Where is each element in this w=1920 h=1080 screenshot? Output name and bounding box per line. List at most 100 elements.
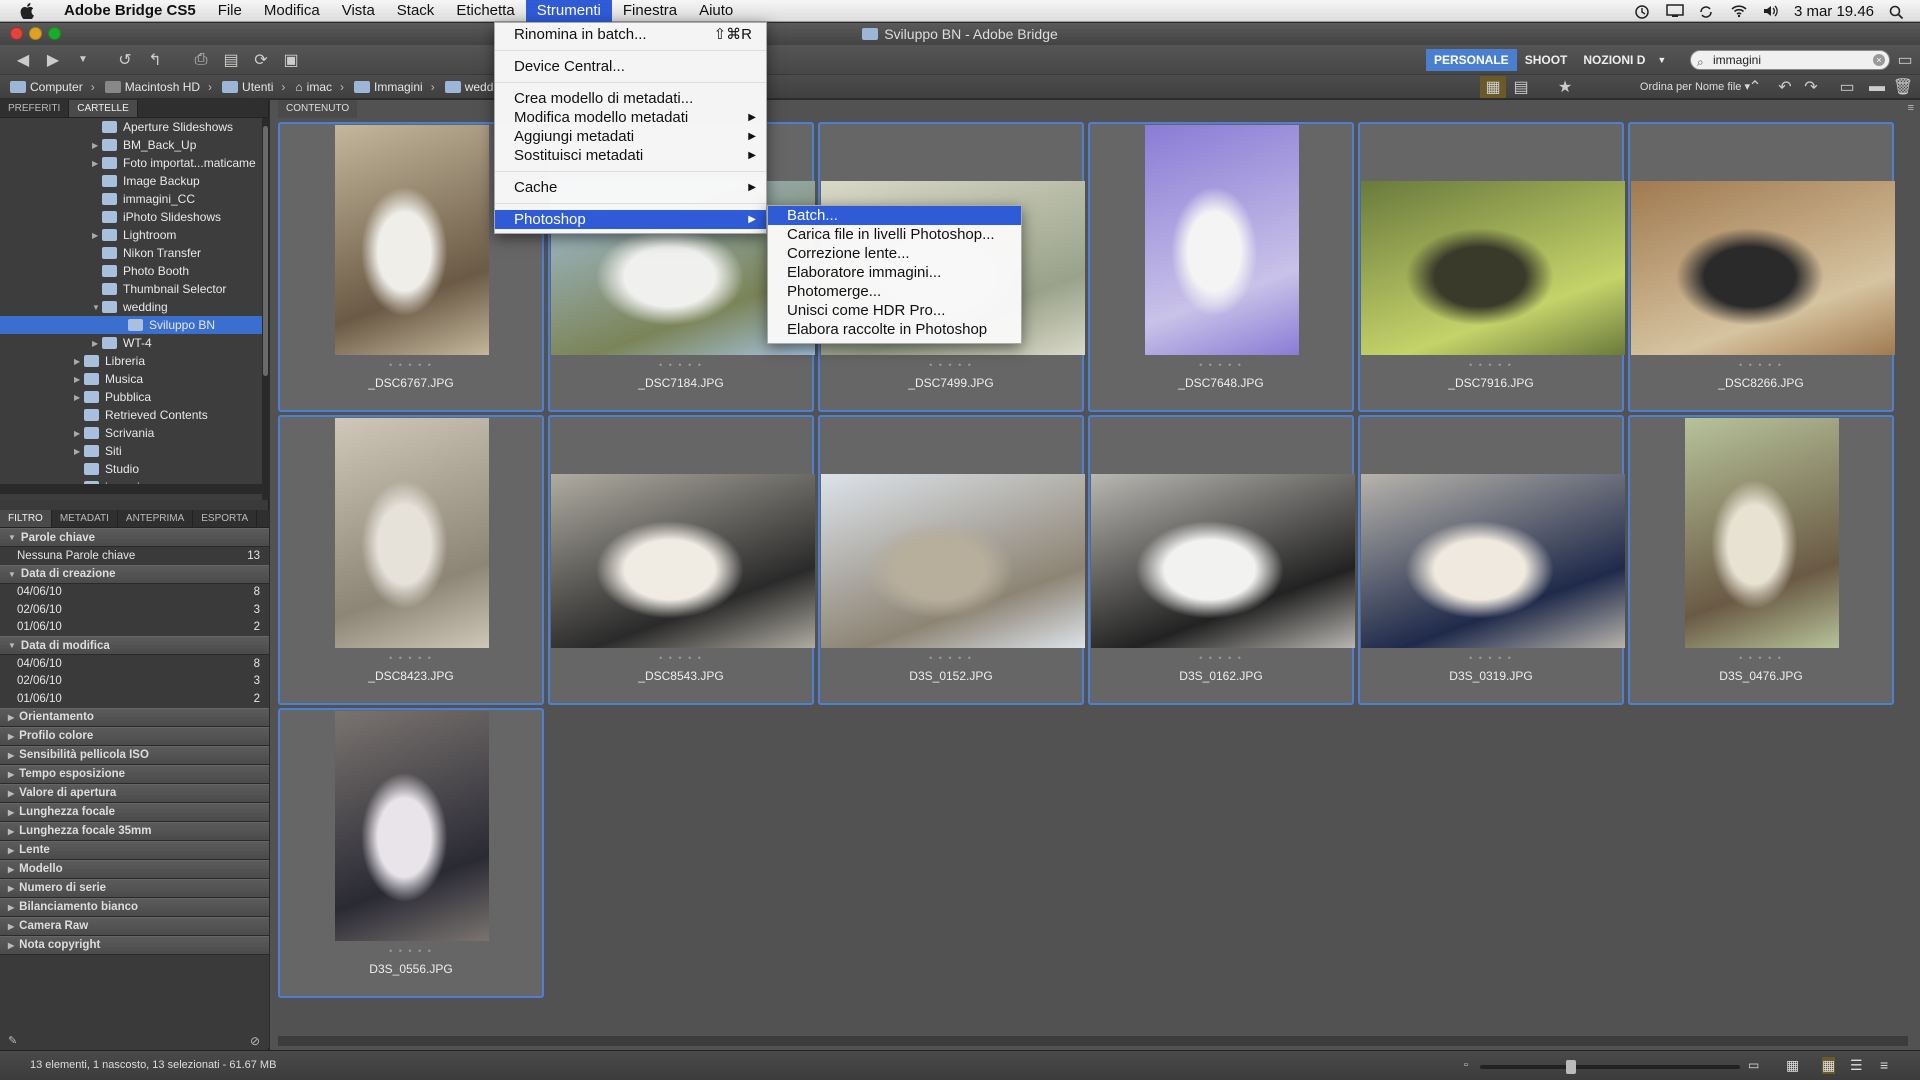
tab-metadati[interactable]: METADATI xyxy=(52,510,118,527)
filmstrip-view-icon[interactable]: ▦ xyxy=(1480,76,1506,98)
breadcrumb-computer[interactable]: Computer › xyxy=(10,80,95,94)
thumbnail[interactable]: • • • • • _DSC8266.JPG xyxy=(1628,122,1895,412)
menu-item-sostituisci-metadati[interactable]: Sostituisci metadati ▶ xyxy=(495,146,766,165)
tree-item-photo-booth[interactable]: Photo Booth xyxy=(0,262,262,280)
menu-item-batch[interactable]: Batch... xyxy=(768,206,1021,225)
breadcrumb-immagini[interactable]: Immagini › xyxy=(354,80,435,94)
close-window-button[interactable] xyxy=(10,27,23,40)
rating-stars[interactable]: • • • • • xyxy=(550,653,812,663)
filter-section-modello[interactable]: ▶ Modello xyxy=(0,859,269,879)
tree-item-wedding[interactable]: ▼ wedding xyxy=(0,298,262,316)
filter-section-lente[interactable]: ▶ Lente xyxy=(0,840,269,860)
thumbnail[interactable]: • • • • • D3S_0556.JPG xyxy=(278,708,544,998)
sort-ascending-icon[interactable]: ⌃ xyxy=(1742,76,1768,98)
menu-file[interactable]: File xyxy=(207,0,253,22)
thumbnail[interactable]: • • • • • _DSC8543.JPG xyxy=(548,415,815,705)
menu-item-aggiungi-metadati[interactable]: Aggiungi metadati ▶ xyxy=(495,127,766,146)
collapsed-arrow-icon[interactable]: ▶ xyxy=(74,393,84,402)
pin-icon[interactable]: ✎ xyxy=(8,1034,17,1047)
trash-icon[interactable]: 🗑 xyxy=(1890,76,1916,98)
rating-stars[interactable]: • • • • • xyxy=(280,360,542,370)
search-input[interactable]: ⌕ immagini × xyxy=(1690,50,1890,70)
thumbnail[interactable]: • • • • • D3S_0476.JPG xyxy=(1628,415,1894,705)
collapsed-arrow-icon[interactable]: ▶ xyxy=(74,429,84,438)
open-recent-icon[interactable]: ▭ xyxy=(1834,76,1860,98)
filter-section-numero-di-serie[interactable]: ▶ Numero di serie xyxy=(0,878,269,898)
sort-by-dropdown[interactable]: Ordina per Nome file ▾ xyxy=(1640,80,1750,93)
rating-stars[interactable]: • • • • • xyxy=(1630,360,1892,370)
rotate-right-icon[interactable]: ↷ xyxy=(1798,76,1824,98)
menu-item-correzione-lente[interactable]: Correzione lente... xyxy=(768,244,1021,263)
menu-item-modifica-modello-metadati[interactable]: Modifica modello metadati ▶ xyxy=(495,108,766,127)
menu-item-rinomina-in-batch[interactable]: Rinomina in batch... ⇧⌘R xyxy=(495,25,766,44)
tree-item-pubblica[interactable]: ▶ Pubblica xyxy=(0,388,262,406)
clear-filter-icon[interactable]: ⊘ xyxy=(250,1034,260,1048)
menu-etichetta[interactable]: Etichetta xyxy=(445,0,525,22)
filter-section-sensibilita-pellicola-iso[interactable]: ▶ Sensibilità pellicola ISO xyxy=(0,745,269,765)
new-folder-icon[interactable]: ▬ xyxy=(1864,76,1890,98)
grid-lock-icon[interactable]: ▦ xyxy=(1786,1057,1799,1074)
rating-stars[interactable]: • • • • • xyxy=(820,653,1082,663)
thumbnail[interactable]: • • • • • D3S_0319.JPG xyxy=(1358,415,1625,705)
tree-item-scrivania[interactable]: ▶ Scrivania xyxy=(0,424,262,442)
compact-mode-icon[interactable]: ▭ xyxy=(1892,49,1918,71)
filter-section-created[interactable]: ▼ Data di creazione xyxy=(0,564,269,584)
breadcrumb-imac[interactable]: ⌂ imac › xyxy=(295,80,344,94)
tree-item-bm-back-up[interactable]: ▶ BM_Back_Up xyxy=(0,136,262,154)
tab-filtro[interactable]: FILTRO xyxy=(0,510,52,527)
tree-item-image-backup[interactable]: Image Backup xyxy=(0,172,262,190)
workspace-shoot[interactable]: SHOOT xyxy=(1517,49,1576,71)
filter-row[interactable]: 04/06/10 8 xyxy=(0,584,269,602)
tree-item-libreria[interactable]: ▶ Libreria xyxy=(0,352,262,370)
breadcrumb-wedding[interactable]: wedd xyxy=(444,80,493,94)
menu-finestra[interactable]: Finestra xyxy=(612,0,688,22)
filter-section-lunghezza-focale[interactable]: ▶ Lunghezza focale xyxy=(0,802,269,822)
workspace-personale[interactable]: PERSONALE xyxy=(1426,49,1517,71)
zoom-in-icon[interactable]: ▭ xyxy=(1748,1058,1759,1072)
filter-section-lunghezza-focale-35mm[interactable]: ▶ Lunghezza focale 35mm xyxy=(0,821,269,841)
list-view-icon[interactable]: ≡ xyxy=(1880,1057,1888,1073)
expanded-arrow-icon[interactable]: ▼ xyxy=(92,303,102,312)
menu-modifica[interactable]: Modifica xyxy=(253,0,331,22)
collapsed-arrow-icon[interactable]: ▶ xyxy=(74,357,84,366)
menu-vista[interactable]: Vista xyxy=(331,0,386,22)
volume-icon[interactable] xyxy=(1762,4,1780,18)
tree-item-foto-importat-maticame[interactable]: ▶ Foto importat...maticame xyxy=(0,154,262,172)
thumbnail[interactable]: • • • • • D3S_0152.JPG xyxy=(818,415,1085,705)
menu-item-crea-modello-di-metadati[interactable]: Crea modello di metadati... xyxy=(495,89,766,108)
menu-item-photoshop[interactable]: Photoshop ▶ xyxy=(495,210,766,229)
collapsed-arrow-icon[interactable]: ▶ xyxy=(74,375,84,384)
rating-filter-icon[interactable]: ★ xyxy=(1552,76,1578,98)
zoom-window-button[interactable] xyxy=(48,27,61,40)
reveal-icon[interactable]: ↰ xyxy=(142,49,168,71)
spotlight-icon[interactable] xyxy=(1888,4,1906,20)
filter-section-bilanciamento-bianco[interactable]: ▶ Bilanciamento bianco xyxy=(0,897,269,917)
filter-section-camera-raw[interactable]: ▶ Camera Raw xyxy=(0,916,269,936)
collapsed-arrow-icon[interactable]: ▶ xyxy=(74,447,84,456)
tree-item-aperture-slideshows[interactable]: Aperture Slideshows xyxy=(0,118,262,136)
wifi-icon[interactable] xyxy=(1730,4,1748,18)
tree-item-sviluppo-bn[interactable]: Sviluppo BN xyxy=(0,316,262,334)
tree-item-lightroom[interactable]: ▶ Lightroom xyxy=(0,226,262,244)
filter-section-valore-di-apertura[interactable]: ▶ Valore di apertura xyxy=(0,783,269,803)
menu-item-device-central[interactable]: Device Central... xyxy=(495,57,766,76)
menu-item-elabora-raccolte-in-photoshop[interactable]: Elabora raccolte in Photoshop xyxy=(768,320,1021,339)
tab-anteprima[interactable]: ANTEPRIMA xyxy=(118,510,194,527)
rating-stars[interactable]: • • • • • xyxy=(1090,653,1352,663)
tree-item-retrieved-contents[interactable]: Retrieved Contents xyxy=(0,406,262,424)
recent-dropdown-icon[interactable]: ▼ xyxy=(70,49,96,71)
tree-item-thumbnail-selector[interactable]: Thumbnail Selector xyxy=(0,280,262,298)
menu-item-elaboratore-immagini[interactable]: Elaboratore immagini... xyxy=(768,263,1021,282)
filter-section-profilo-colore[interactable]: ▶ Profilo colore xyxy=(0,726,269,746)
tree-item-nikon-transfer[interactable]: Nikon Transfer xyxy=(0,244,262,262)
collapsed-arrow-icon[interactable]: ▶ xyxy=(92,339,102,348)
rating-stars[interactable]: • • • • • xyxy=(1630,653,1892,663)
display-icon[interactable] xyxy=(1666,4,1684,18)
filter-section-tempo-esposizione[interactable]: ▶ Tempo esposizione xyxy=(0,764,269,784)
menu-strumenti[interactable]: Strumenti xyxy=(525,0,612,22)
filter-row[interactable]: 02/06/10 3 xyxy=(0,601,269,619)
workspace-nozioni[interactable]: NOZIONI D xyxy=(1575,49,1653,71)
clock[interactable]: 3 mar 19.46 xyxy=(1794,3,1874,20)
slider-knob[interactable] xyxy=(1566,1060,1576,1074)
clear-search-icon[interactable]: × xyxy=(1873,54,1885,66)
